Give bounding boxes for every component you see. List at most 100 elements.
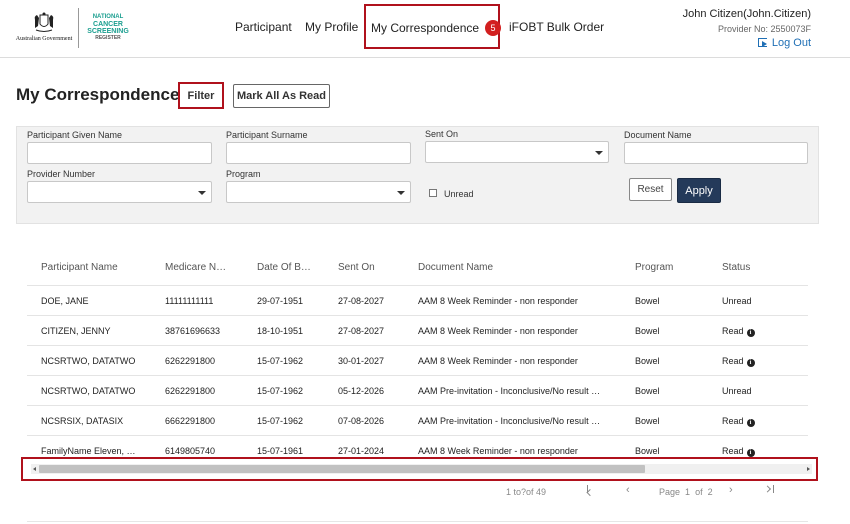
scrollbar-thumb[interactable] (39, 465, 645, 473)
cell-sent-on: 30-01-2027 (338, 356, 385, 366)
page-indicator: Page 1 of 2 (659, 487, 713, 497)
nav-participant[interactable]: Participant (235, 20, 292, 34)
cell-status: Read i (722, 416, 792, 427)
cell-sent-on: 27-01-2024 (338, 446, 385, 456)
cell-participant-name: DOE, JANE (41, 296, 89, 306)
table-row[interactable]: NCSRSIX, DATASIX 6662291800 15-07-1962 0… (27, 405, 808, 435)
column-header-program[interactable]: Program (635, 262, 695, 273)
cell-dob: 18-10-1951 (257, 326, 304, 336)
apply-button[interactable]: Apply (677, 178, 721, 203)
status-text: Read (722, 416, 744, 426)
mark-all-read-button[interactable]: Mark All As Read (233, 84, 330, 108)
ncsr-logo-line: CANCER (93, 21, 123, 28)
column-header-document-name[interactable]: Document Name (418, 262, 608, 273)
cell-dob: 15-07-1961 (257, 446, 304, 456)
cell-medicare: 6149805740 (165, 446, 216, 456)
table-row[interactable]: FamilyName Eleven, … 6149805740 15-07-19… (27, 435, 808, 458)
document-name-input[interactable] (624, 142, 808, 164)
column-header-status[interactable]: Status (722, 262, 782, 273)
cell-dob: 15-07-1962 (257, 356, 304, 366)
of-label: of (695, 487, 703, 497)
nav-my-correspondence[interactable]: My Correspondence 5 (364, 4, 502, 49)
status-text: Read (722, 356, 744, 366)
cell-sent-on: 05-12-2026 (338, 386, 385, 396)
cell-program: Bowel (635, 296, 660, 306)
cell-document-name: AAM 8 Week Reminder - non responder (418, 356, 578, 366)
document-name-label: Document Name (624, 130, 692, 140)
nav-my-profile[interactable]: My Profile (305, 20, 358, 34)
provider-number-label: Provider Number (27, 169, 96, 179)
filter-panel: Participant Given Name Participant Surna… (16, 126, 819, 224)
coat-of-arms-icon (34, 12, 54, 32)
cell-program: Bowel (635, 326, 660, 336)
cell-medicare: 6662291800 (165, 416, 216, 426)
logout-label: Log Out (771, 37, 811, 49)
reset-button[interactable]: Reset (629, 178, 672, 201)
surname-label: Participant Surname (226, 130, 308, 140)
cell-participant-name: NCSRSIX, DATASIX (41, 416, 124, 426)
given-name-label: Participant Given Name (27, 130, 123, 140)
cell-document-name: AAM 8 Week Reminder - non responder (418, 296, 578, 306)
column-header-sent-on[interactable]: Sent On (338, 262, 398, 273)
info-icon[interactable]: i (746, 329, 755, 337)
info-icon[interactable]: i (746, 359, 755, 367)
unread-checkbox[interactable] (429, 189, 437, 197)
page-label: Page (659, 487, 681, 497)
provider-number-select[interactable] (27, 181, 212, 203)
table-row[interactable]: NCSRTWO, DATATWO 6262291800 15-07-1962 3… (27, 345, 808, 375)
page-title: My Correspondence (16, 85, 180, 104)
cell-status: Unread (722, 386, 792, 396)
status-text: Read (722, 446, 744, 456)
cell-medicare: 6262291800 (165, 386, 216, 396)
cell-sent-on: 27-08-2027 (338, 326, 385, 336)
cell-program: Bowel (635, 446, 660, 456)
last-page-bar (773, 485, 774, 493)
sent-on-select[interactable] (425, 141, 609, 163)
next-page-icon[interactable]: › (729, 484, 733, 496)
ncsr-logo-line: SCREENING (87, 28, 129, 35)
cell-participant-name: CITIZEN, JENNY (41, 326, 111, 336)
first-page-icon[interactable] (586, 484, 597, 497)
cell-medicare: 11111111111 (165, 296, 214, 306)
table-row[interactable]: CITIZEN, JENNY 38761696633 18-10-1951 27… (27, 315, 808, 345)
provider-number: Provider No: 2550073F (717, 24, 811, 34)
last-page-icon[interactable] (763, 484, 774, 494)
scroll-left-arrow-icon[interactable] (33, 467, 36, 471)
filter-button[interactable]: Filter (178, 82, 224, 109)
chevron-down-icon (595, 151, 603, 155)
divider (27, 521, 808, 522)
column-header-medicare[interactable]: Medicare N… (165, 262, 227, 273)
previous-page-icon[interactable]: ‹ (626, 484, 630, 496)
australian-government-logo: Australian Government (14, 12, 74, 48)
status-text: Unread (722, 296, 752, 306)
unread-count-badge: 5 (485, 20, 502, 36)
program-select[interactable] (226, 181, 411, 203)
cell-program: Bowel (635, 386, 660, 396)
chevron-down-icon (198, 191, 206, 195)
user-name: John Citizen(John.Citizen) (682, 8, 811, 20)
column-header-participant-name[interactable]: Participant Name (41, 262, 156, 273)
table-row[interactable]: DOE, JANE 11111111111 29-07-1951 27-08-2… (27, 285, 808, 315)
status-text: Read (722, 326, 744, 336)
logout-link[interactable]: Log Out (683, 37, 811, 49)
cell-status: Unread (722, 296, 792, 306)
info-icon[interactable]: i (746, 419, 755, 427)
table-row[interactable]: NCSRTWO, DATATWO 6262291800 15-07-1962 0… (27, 375, 808, 405)
cell-dob: 15-07-1962 (257, 416, 304, 426)
last-page-chevron (763, 485, 771, 493)
pagination-count: 1 to?of 49 (506, 487, 547, 497)
surname-input[interactable] (226, 142, 411, 164)
column-header-dob[interactable]: Date Of B… (257, 262, 312, 273)
horizontal-scrollbar-highlight (21, 457, 818, 481)
scroll-right-arrow-icon[interactable] (807, 467, 810, 471)
gov-logo-text: Australian Government (15, 36, 73, 42)
correspondence-table: Participant Name Medicare N… Date Of B… … (27, 253, 808, 458)
cell-participant-name: NCSRTWO, DATATWO (41, 386, 136, 396)
sent-on-label: Sent On (425, 129, 459, 139)
horizontal-scrollbar[interactable] (31, 464, 812, 474)
cell-dob: 29-07-1951 (257, 296, 304, 306)
info-icon[interactable]: i (746, 449, 755, 457)
nav-ifobt-bulk-order[interactable]: iFOBT Bulk Order (509, 20, 604, 34)
chevron-down-icon (397, 191, 405, 195)
given-name-input[interactable] (27, 142, 212, 164)
